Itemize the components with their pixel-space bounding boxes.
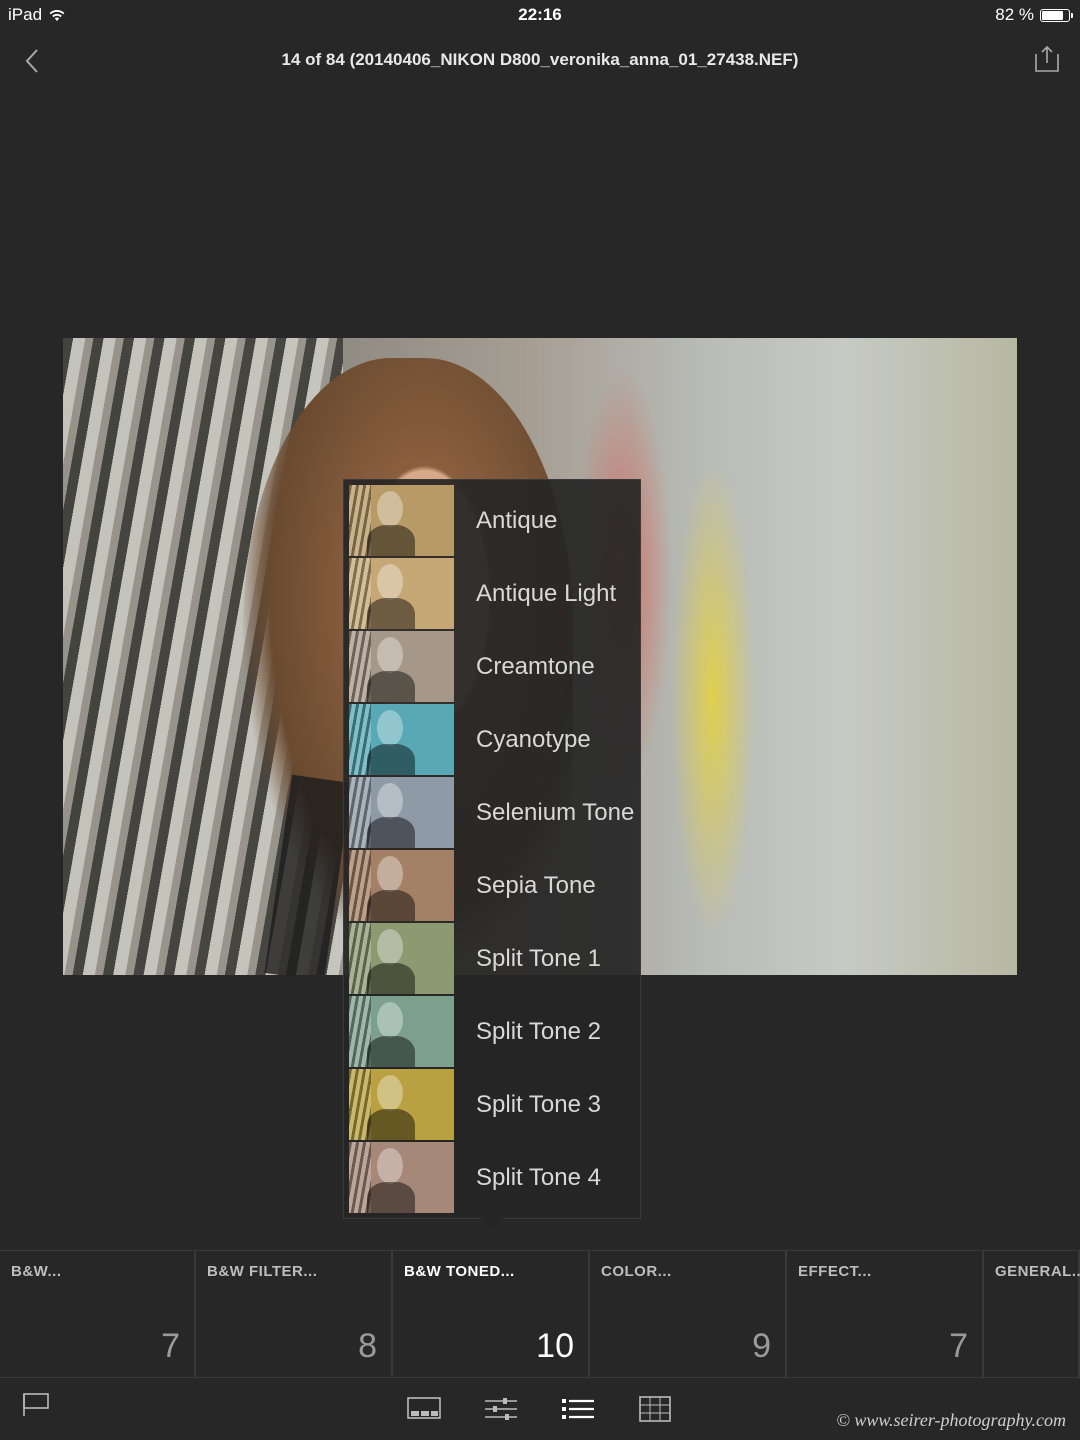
preset-item[interactable]: Selenium Tone <box>349 777 637 848</box>
category-count: 7 <box>949 1327 968 1365</box>
preset-thumbnail <box>349 485 454 556</box>
preset-label: Split Tone 1 <box>476 945 601 972</box>
preset-label: Selenium Tone <box>476 799 635 826</box>
preset-item[interactable]: Antique Light <box>349 558 637 629</box>
preset-thumbnail <box>349 1142 454 1213</box>
flag-icon[interactable] <box>20 1390 56 1420</box>
category-tab[interactable]: COLOR... 9 <box>590 1251 787 1377</box>
preset-item[interactable]: Split Tone 4 <box>349 1142 637 1213</box>
category-tab[interactable]: GENERAL... <box>984 1251 1080 1377</box>
crop-grid-icon[interactable] <box>637 1394 673 1424</box>
popover-pointer <box>480 1218 504 1230</box>
category-count: 8 <box>358 1327 377 1365</box>
preset-label: Antique Light <box>476 580 617 607</box>
preset-thumbnail <box>349 996 454 1067</box>
preset-item[interactable]: Antique <box>349 485 637 556</box>
battery-percent: 82 % <box>995 5 1034 24</box>
preset-label: Split Tone 4 <box>476 1164 601 1191</box>
preset-thumbnail <box>349 850 454 921</box>
category-tab[interactable]: B&W FILTER... 8 <box>196 1251 393 1377</box>
preset-popover: Antique Antique Light Creamtone Cyanotype Se… <box>343 479 641 1230</box>
category-count: 10 <box>536 1327 574 1365</box>
category-name: EFFECT... <box>798 1263 872 1280</box>
preset-item[interactable]: Creamtone <box>349 631 637 702</box>
filmstrip-icon[interactable] <box>406 1394 442 1424</box>
preset-thumbnail <box>349 923 454 994</box>
battery-icon <box>1040 8 1073 22</box>
nav-bar: 14 of 84 (20140406_NIKON D800_veronika_a… <box>0 38 1080 82</box>
share-icon[interactable] <box>1032 44 1062 74</box>
preset-item[interactable]: Sepia Tone <box>349 850 637 921</box>
preset-thumbnail <box>349 1069 454 1140</box>
preset-thumbnail <box>349 631 454 702</box>
preset-label: Antique <box>476 507 558 534</box>
preset-item[interactable]: Split Tone 2 <box>349 996 637 1067</box>
category-name: GENERAL... <box>995 1263 1080 1280</box>
preset-thumbnail <box>349 704 454 775</box>
preset-label: Split Tone 2 <box>476 1018 601 1045</box>
preset-item[interactable]: Cyanotype <box>349 704 637 775</box>
preset-category-strip: B&W... 7 B&W FILTER... 8 B&W TONED... 10 COLOR… <box>0 1250 1080 1378</box>
presets-list-icon[interactable] <box>560 1394 596 1424</box>
category-name: B&W FILTER... <box>207 1263 318 1280</box>
photo-title: 14 of 84 (20140406_NIKON D800_veronika_a… <box>281 50 799 69</box>
watermark-text: © www.seirer-photography.com <box>836 1410 1066 1430</box>
preset-label: Creamtone <box>476 653 595 680</box>
category-tab[interactable]: B&W TONED... 10 <box>393 1251 590 1377</box>
preset-label: Sepia Tone <box>476 872 596 899</box>
category-tab[interactable]: EFFECT... 7 <box>787 1251 984 1377</box>
preset-thumbnail <box>349 558 454 629</box>
clock: 22:16 <box>518 5 562 24</box>
preset-label: Split Tone 3 <box>476 1091 601 1118</box>
category-count: 7 <box>161 1327 180 1365</box>
category-name: B&W TONED... <box>404 1263 515 1280</box>
status-bar: iPad 22:16 82 % <box>0 0 1080 30</box>
adjustments-icon[interactable] <box>483 1394 519 1424</box>
preset-item[interactable]: Split Tone 1 <box>349 923 637 994</box>
preset-item[interactable]: Split Tone 3 <box>349 1069 637 1140</box>
preset-label: Cyanotype <box>476 726 591 753</box>
preset-thumbnail <box>349 777 454 848</box>
category-name: B&W... <box>11 1263 62 1280</box>
category-tab[interactable]: B&W... 7 <box>0 1251 196 1377</box>
category-count: 9 <box>752 1327 771 1365</box>
bottom-toolbar: © www.seirer-photography.com <box>0 1376 1080 1440</box>
category-name: COLOR... <box>601 1263 672 1280</box>
